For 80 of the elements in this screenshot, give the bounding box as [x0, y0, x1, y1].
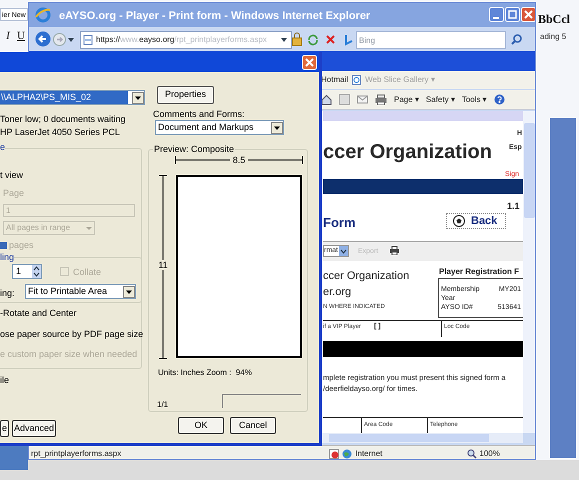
group-label: Preview: Composite — [153, 143, 236, 156]
caret-icon — [132, 92, 144, 104]
browser-logo-icon — [35, 7, 51, 23]
dialog-button[interactable]: OK — [178, 417, 224, 434]
organization-heading: ccer Organization — [323, 140, 492, 165]
page-navigation-field[interactable] — [222, 394, 301, 408]
comments-select[interactable]: Document and Markups — [155, 120, 284, 135]
website-text: er.org — [323, 285, 352, 300]
stop-icon[interactable] — [326, 35, 335, 44]
caret-icon — [339, 246, 348, 256]
option-label[interactable]: ile — [0, 374, 10, 388]
search-logo-icon — [344, 34, 354, 46]
command-menu[interactable]: Page ▾ — [394, 94, 419, 106]
back-button[interactable] — [35, 31, 51, 47]
checkbox-label: Collate — [73, 266, 102, 279]
taskbar-strip — [0, 446, 28, 470]
field-label: Comments and Forms: — [153, 108, 245, 121]
vertical-scrollbar[interactable] — [523, 111, 535, 433]
option-label[interactable]: -Rotate and Center — [0, 307, 144, 320]
height-label: 11 — [157, 260, 169, 270]
zoom-text[interactable]: 100% — [479, 448, 500, 459]
caret-icon — [271, 122, 283, 134]
group-label: ling — [0, 251, 14, 264]
style-name: ading 5 — [540, 31, 566, 43]
printer-status: Toner low; 0 documents waiting — [0, 113, 126, 126]
copies-spinner[interactable]: 1 — [12, 264, 42, 279]
dialog-button[interactable]: e — [0, 420, 10, 437]
blocked-icon — [329, 448, 340, 458]
zoom-info: Units: Inches Zoom : 94% — [158, 367, 252, 379]
style-sample[interactable]: BbCcl — [538, 10, 570, 28]
properties-button[interactable]: Properties — [157, 86, 214, 104]
width-label: 8.5 — [230, 155, 248, 165]
dropdown-icon[interactable] — [281, 38, 287, 42]
printer-type: HP LaserJet 4050 Series PCL — [0, 126, 120, 139]
mail-icon[interactable] — [357, 94, 368, 105]
italic-button[interactable]: I — [2, 29, 14, 43]
field-label: ing: — [0, 287, 15, 300]
globe-icon — [342, 448, 352, 458]
page-icon — [83, 35, 93, 45]
maximize-button[interactable] — [505, 7, 520, 22]
close-button[interactable] — [302, 55, 317, 70]
lock-icon[interactable] — [292, 32, 302, 46]
ball-icon — [453, 215, 465, 227]
printer-select[interactable]: \\ALPHA2\PS_MIS_02 — [0, 90, 145, 105]
search-icon[interactable] — [511, 34, 522, 45]
form-title: Form — [323, 214, 356, 232]
option-label: t view — [0, 169, 24, 182]
status-text: rpt_printplayerforms.aspx — [31, 448, 122, 459]
organization-name: ccer Organization — [323, 269, 410, 284]
search-field[interactable]: Bing — [356, 31, 506, 49]
back-button[interactable]: Back — [446, 213, 506, 229]
spin-arrows-icon — [32, 265, 41, 278]
close-button[interactable] — [521, 7, 535, 22]
underline-button[interactable]: U — [15, 29, 27, 43]
command-menu[interactable]: Safety ▾ — [426, 94, 455, 106]
dialog-button[interactable]: Advanced — [12, 420, 56, 437]
scroll-thumb[interactable] — [329, 434, 489, 442]
browser-page-icon — [352, 75, 362, 85]
checkbox-label: pages — [9, 239, 34, 252]
report-title: Player Registration F — [439, 266, 520, 278]
scroll-thumb[interactable] — [524, 123, 535, 218]
scaling-select[interactable]: Fit to Printable Area — [25, 284, 136, 299]
minimize-button[interactable] — [489, 7, 504, 22]
dialog-button[interactable]: Cancel — [230, 417, 276, 434]
option-label[interactable]: ose paper source by PDF page size — [0, 328, 144, 341]
option-label: Page — [2, 186, 26, 200]
dropdown-icon[interactable] — [68, 38, 74, 42]
version-label: 1.1 — [507, 200, 520, 213]
printer-icon[interactable] — [375, 94, 387, 105]
refresh-icon[interactable] — [307, 34, 319, 46]
address-text: https://www.eayso.org/rpt_printplayerforms.aspx — [96, 34, 267, 46]
command-menu[interactable]: Tools ▾ — [462, 94, 487, 106]
home-icon[interactable] — [321, 94, 332, 105]
caret-icon — [123, 286, 135, 298]
help-icon[interactable] — [494, 94, 505, 105]
printer-icon[interactable] — [390, 246, 399, 255]
address-field[interactable]: https://www.eayso.org/rpt_printplayerforms.aspx — [80, 31, 292, 49]
page-number: 1/1 — [157, 399, 168, 411]
window-title: eAYSO.org - Player - Print form - Windows Internet Explorer — [59, 9, 370, 24]
zone-text: Internet — [355, 448, 382, 459]
